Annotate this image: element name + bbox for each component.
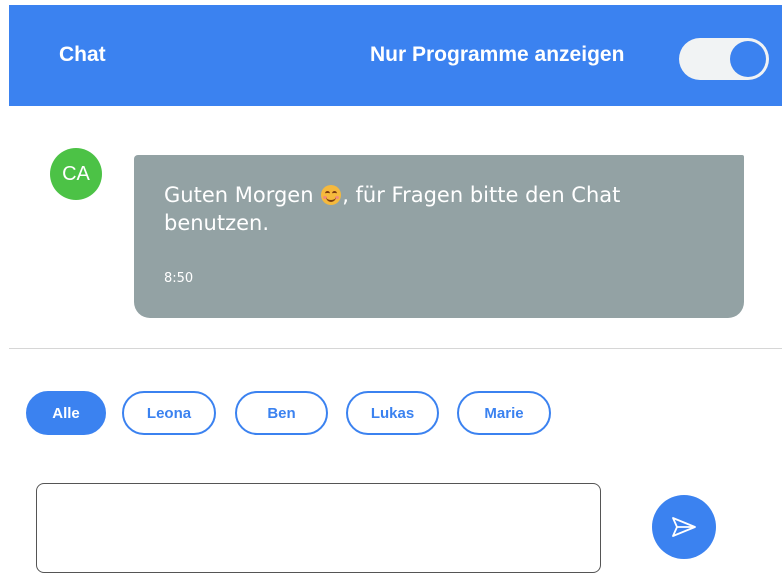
- avatar: CA: [50, 148, 102, 200]
- send-button[interactable]: [652, 495, 716, 559]
- filter-chip-ben[interactable]: Ben: [235, 391, 328, 435]
- programs-only-toggle[interactable]: [679, 38, 769, 80]
- chat-header: Chat Nur Programme anzeigen: [9, 5, 782, 106]
- message-text: Guten Morgen , für Fragen bitte den Chat…: [164, 181, 684, 237]
- toggle-knob[interactable]: [730, 41, 766, 77]
- filter-chip-alle[interactable]: Alle: [26, 391, 106, 435]
- message-bubble: Guten Morgen , für Fragen bitte den Chat…: [134, 155, 744, 318]
- divider: [9, 348, 782, 349]
- message-text-part: Guten Morgen: [164, 183, 321, 207]
- message-input[interactable]: [36, 483, 601, 573]
- filter-chip-leona[interactable]: Leona: [122, 391, 216, 435]
- filter-chip-lukas[interactable]: Lukas: [346, 391, 439, 435]
- send-icon: [672, 517, 696, 537]
- programs-toggle-label: Nur Programme anzeigen: [370, 43, 625, 66]
- filter-chip-marie[interactable]: Marie: [457, 391, 551, 435]
- message-time: 8:50: [164, 271, 194, 286]
- header-title: Chat: [59, 43, 106, 66]
- smiling-face-icon: [321, 185, 342, 205]
